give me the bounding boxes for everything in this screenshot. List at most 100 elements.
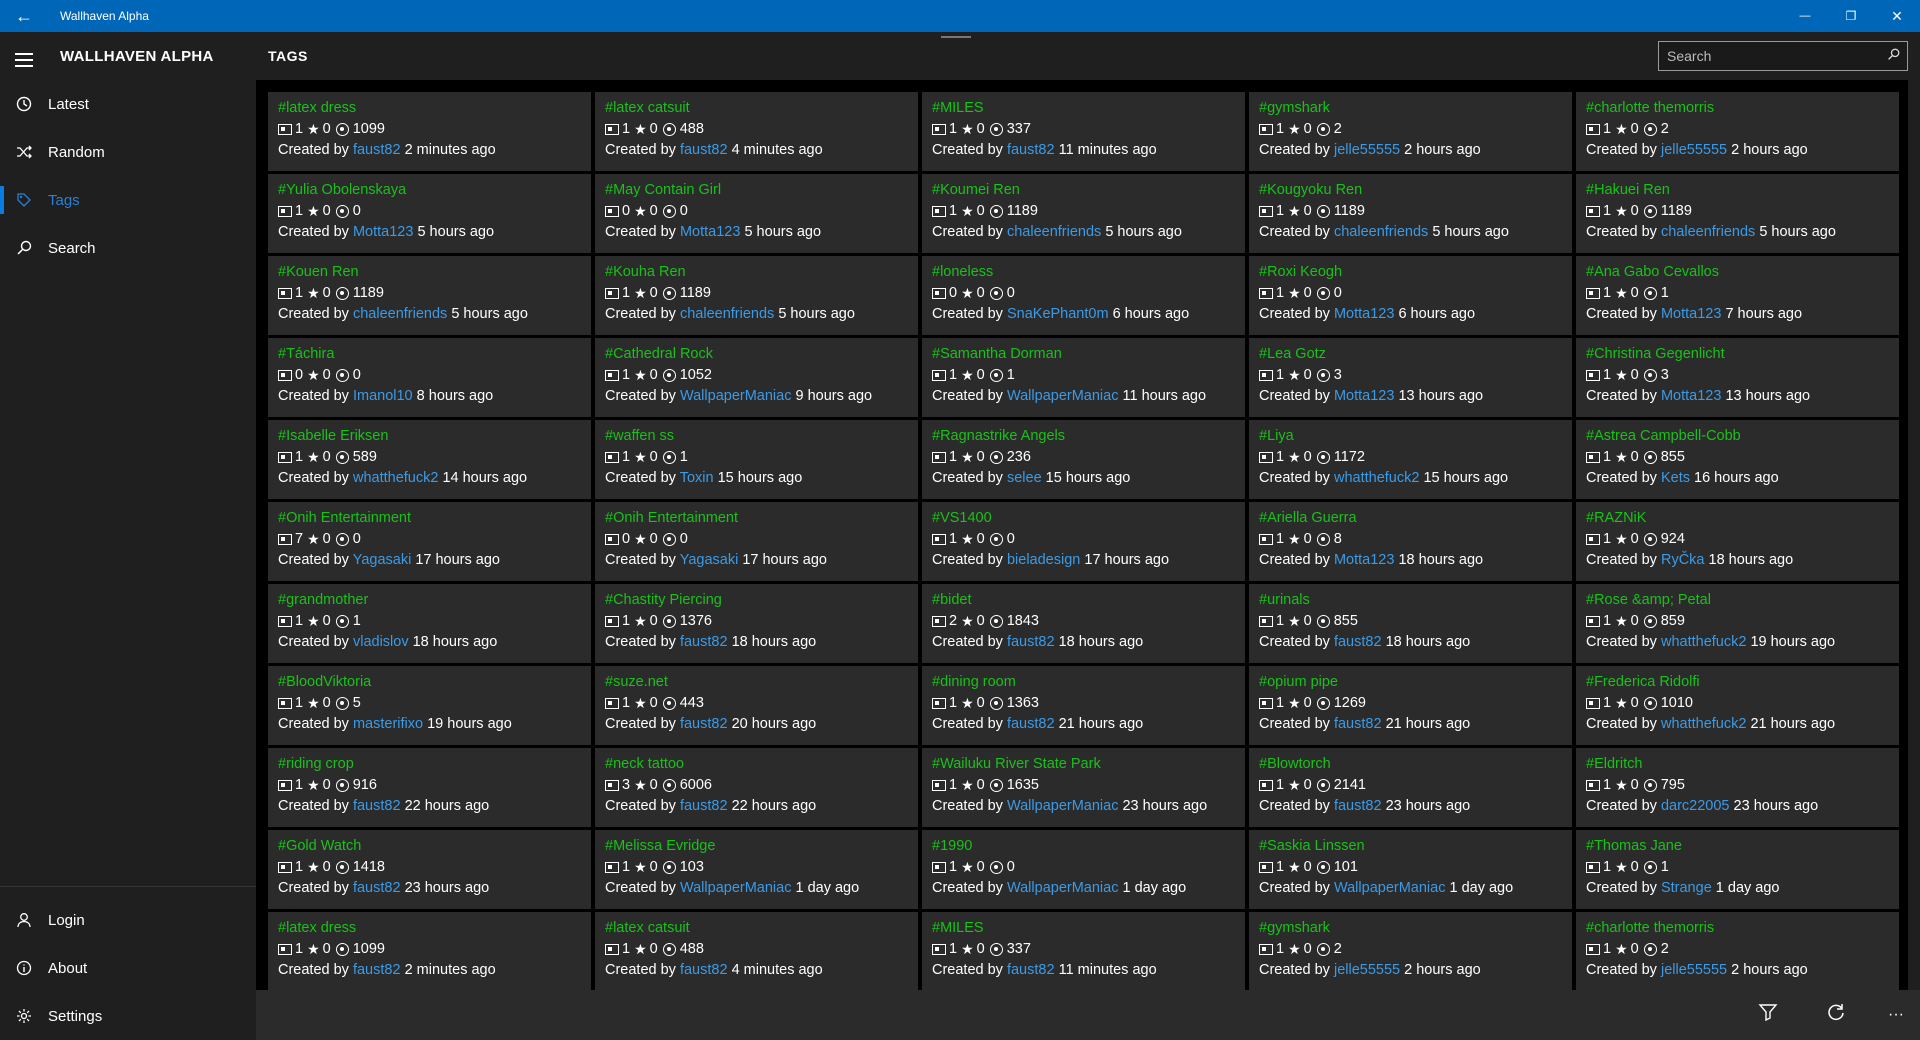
tag-card[interactable]: #Samantha Dorman 1 ★ 0 1 Created by Wallpaper…	[922, 338, 1245, 417]
tag-card[interactable]: #opium pipe 1 ★ 0 1269 Created by faust82 21 …	[1249, 666, 1572, 745]
author-link[interactable]: masterifixo	[353, 716, 423, 732]
tag-card[interactable]: #Gold Watch 1 ★ 0 1418 Created by faust82 23 …	[268, 830, 591, 909]
tag-name-link[interactable]: #1990	[932, 836, 1235, 857]
tag-card[interactable]: #Christina Gegenlicht 1 ★ 0 3 Created by Mott…	[1576, 338, 1899, 417]
tag-card[interactable]: #Roxi Keogh 1 ★ 0 0 Created by Motta123 6 hou…	[1249, 256, 1572, 335]
tag-name-link[interactable]: #Kougyoku Ren	[1259, 180, 1562, 201]
author-link[interactable]: WallpaperManiac	[1007, 880, 1118, 896]
author-link[interactable]: faust82	[353, 880, 401, 896]
tag-card[interactable]: #latex catsuit 1 ★ 0 488 Created by faust82 4…	[595, 92, 918, 171]
tag-name-link[interactable]: #Táchira	[278, 344, 581, 365]
tag-card[interactable]: #charlotte themorris 1 ★ 0 2 Created by jelle…	[1576, 92, 1899, 171]
tag-card[interactable]: #Onih Entertainment 0 ★ 0 0 Created by Yagasa…	[595, 502, 918, 581]
tag-card[interactable]: #charlotte themorris 1 ★ 0 2 Created by jelle…	[1576, 912, 1899, 990]
tag-card[interactable]: #Eldritch 1 ★ 0 795 Created by darc22005 23 h…	[1576, 748, 1899, 827]
search-submit-icon[interactable]	[1879, 48, 1907, 64]
tag-name-link[interactable]: #dining room	[932, 672, 1235, 693]
tag-card[interactable]: #Kougyoku Ren 1 ★ 0 1189 Created by chaleenfr…	[1249, 174, 1572, 253]
tag-name-link[interactable]: #charlotte themorris	[1586, 918, 1889, 939]
tag-name-link[interactable]: #charlotte themorris	[1586, 98, 1889, 119]
tag-card[interactable]: #gymshark 1 ★ 0 2 Created by jelle55555 2 hou…	[1249, 912, 1572, 990]
author-link[interactable]: chaleenfriends	[1661, 224, 1755, 240]
author-link[interactable]: Motta123	[1334, 306, 1394, 322]
tag-card[interactable]: #Koumei Ren 1 ★ 0 1189 Created by chaleenfrie…	[922, 174, 1245, 253]
refresh-button[interactable]	[1816, 998, 1856, 1032]
tag-card[interactable]: #latex dress 1 ★ 0 1099 Created by faust82 2 …	[268, 92, 591, 171]
tag-name-link[interactable]: #neck tattoo	[605, 754, 908, 775]
author-link[interactable]: chaleenfriends	[353, 306, 447, 322]
tag-card[interactable]: #latex catsuit 1 ★ 0 488 Created by faust82 4…	[595, 912, 918, 990]
tag-card[interactable]: #Ana Gabo Cevallos 1 ★ 0 1 Created by Motta12…	[1576, 256, 1899, 335]
tag-card[interactable]: #loneless 0 ★ 0 0 Created by SnaKePhant0m 6 h…	[922, 256, 1245, 335]
author-link[interactable]: Motta123	[1661, 388, 1721, 404]
author-link[interactable]: faust82	[680, 142, 728, 158]
tag-name-link[interactable]: #loneless	[932, 262, 1235, 283]
tag-name-link[interactable]: #Wailuku River State Park	[932, 754, 1235, 775]
tag-card[interactable]: #Hakuei Ren 1 ★ 0 1189 Created by chaleenfrie…	[1576, 174, 1899, 253]
author-link[interactable]: darc22005	[1661, 798, 1730, 814]
tag-card[interactable]: #MILES 1 ★ 0 337 Created by faust82 11 minute…	[922, 92, 1245, 171]
author-link[interactable]: faust82	[1007, 962, 1055, 978]
author-link[interactable]: vladislov	[353, 634, 409, 650]
tag-card[interactable]: #suze.net 1 ★ 0 443 Created by faust82 20 hou…	[595, 666, 918, 745]
nav-item-settings[interactable]: Settings	[0, 992, 256, 1040]
tag-name-link[interactable]: #Cathedral Rock	[605, 344, 908, 365]
tag-card[interactable]: #waffen ss 1 ★ 0 1 Created by Toxin 15 hours …	[595, 420, 918, 499]
tag-card[interactable]: #Blowtorch 1 ★ 0 2141 Created by faust82 23 h…	[1249, 748, 1572, 827]
tag-name-link[interactable]: #Ana Gabo Cevallos	[1586, 262, 1889, 283]
tag-card[interactable]: #Cathedral Rock 1 ★ 0 1052 Created by Wallpap…	[595, 338, 918, 417]
author-link[interactable]: faust82	[680, 798, 728, 814]
author-link[interactable]: faust82	[353, 142, 401, 158]
author-link[interactable]: faust82	[1007, 634, 1055, 650]
tag-name-link[interactable]: #Onih Entertainment	[278, 508, 581, 529]
tag-name-link[interactable]: #latex catsuit	[605, 918, 908, 939]
author-link[interactable]: faust82	[680, 634, 728, 650]
tag-card[interactable]: #Ariella Guerra 1 ★ 0 8 Created by Motta123 1…	[1249, 502, 1572, 581]
tag-name-link[interactable]: #waffen ss	[605, 426, 908, 447]
tag-name-link[interactable]: #riding crop	[278, 754, 581, 775]
tag-name-link[interactable]: #Kouha Ren	[605, 262, 908, 283]
tag-card[interactable]: #gymshark 1 ★ 0 2 Created by jelle55555 2 hou…	[1249, 92, 1572, 171]
tag-name-link[interactable]: #Yulia Obolenskaya	[278, 180, 581, 201]
tag-name-link[interactable]: #May Contain Girl	[605, 180, 908, 201]
tag-card[interactable]: #MILES 1 ★ 0 337 Created by faust82 11 minute…	[922, 912, 1245, 990]
author-link[interactable]: faust82	[1007, 716, 1055, 732]
nav-item-search[interactable]: Search	[0, 224, 256, 272]
author-link[interactable]: whatthefuck2	[1661, 716, 1746, 732]
tag-name-link[interactable]: #VS1400	[932, 508, 1235, 529]
author-link[interactable]: SnaKePhant0m	[1007, 306, 1109, 322]
tag-card[interactable]: #Onih Entertainment 7 ★ 0 0 Created by Yagasa…	[268, 502, 591, 581]
tag-name-link[interactable]: #gymshark	[1259, 918, 1562, 939]
author-link[interactable]: faust82	[1334, 798, 1382, 814]
tag-name-link[interactable]: #Christina Gegenlicht	[1586, 344, 1889, 365]
author-link[interactable]: jelle55555	[1334, 962, 1400, 978]
author-link[interactable]: WallpaperManiac	[1334, 880, 1445, 896]
tag-name-link[interactable]: #Samantha Dorman	[932, 344, 1235, 365]
tag-card[interactable]: #Isabelle Eriksen 1 ★ 0 589 Created by whatth…	[268, 420, 591, 499]
tag-card[interactable]: #VS1400 1 ★ 0 0 Created by bieladesign 17 hou…	[922, 502, 1245, 581]
maximize-button[interactable]: ❐	[1828, 0, 1874, 32]
close-button[interactable]: ✕	[1874, 0, 1920, 32]
tag-name-link[interactable]: #latex catsuit	[605, 98, 908, 119]
tag-name-link[interactable]: #Melissa Evridge	[605, 836, 908, 857]
tag-name-link[interactable]: #suze.net	[605, 672, 908, 693]
tag-card[interactable]: #bidet 2 ★ 0 1843 Created by faust82 18 hours…	[922, 584, 1245, 663]
tag-name-link[interactable]: #Rose &amp; Petal	[1586, 590, 1889, 611]
author-link[interactable]: chaleenfriends	[1007, 224, 1101, 240]
tag-card[interactable]: #Astrea Campbell-Cobb 1 ★ 0 855 Created by Ke…	[1576, 420, 1899, 499]
author-link[interactable]: jelle55555	[1334, 142, 1400, 158]
author-link[interactable]: Yagasaki	[680, 552, 739, 568]
tag-card[interactable]: #Saskia Linssen 1 ★ 0 101 Created by Wallpape…	[1249, 830, 1572, 909]
author-link[interactable]: selee	[1007, 470, 1042, 486]
tag-card[interactable]: #Wailuku River State Park 1 ★ 0 1635 Created …	[922, 748, 1245, 827]
minimize-button[interactable]: —	[1782, 0, 1828, 32]
author-link[interactable]: Kets	[1661, 470, 1690, 486]
tag-name-link[interactable]: #opium pipe	[1259, 672, 1562, 693]
author-link[interactable]: faust82	[1007, 142, 1055, 158]
author-link[interactable]: RyČka	[1661, 552, 1705, 568]
tag-card[interactable]: #1990 1 ★ 0 0 Created by WallpaperManiac 1 da…	[922, 830, 1245, 909]
author-link[interactable]: Motta123	[1661, 306, 1721, 322]
author-link[interactable]: chaleenfriends	[1334, 224, 1428, 240]
search-input[interactable]	[1659, 48, 1879, 64]
tag-name-link[interactable]: #Koumei Ren	[932, 180, 1235, 201]
